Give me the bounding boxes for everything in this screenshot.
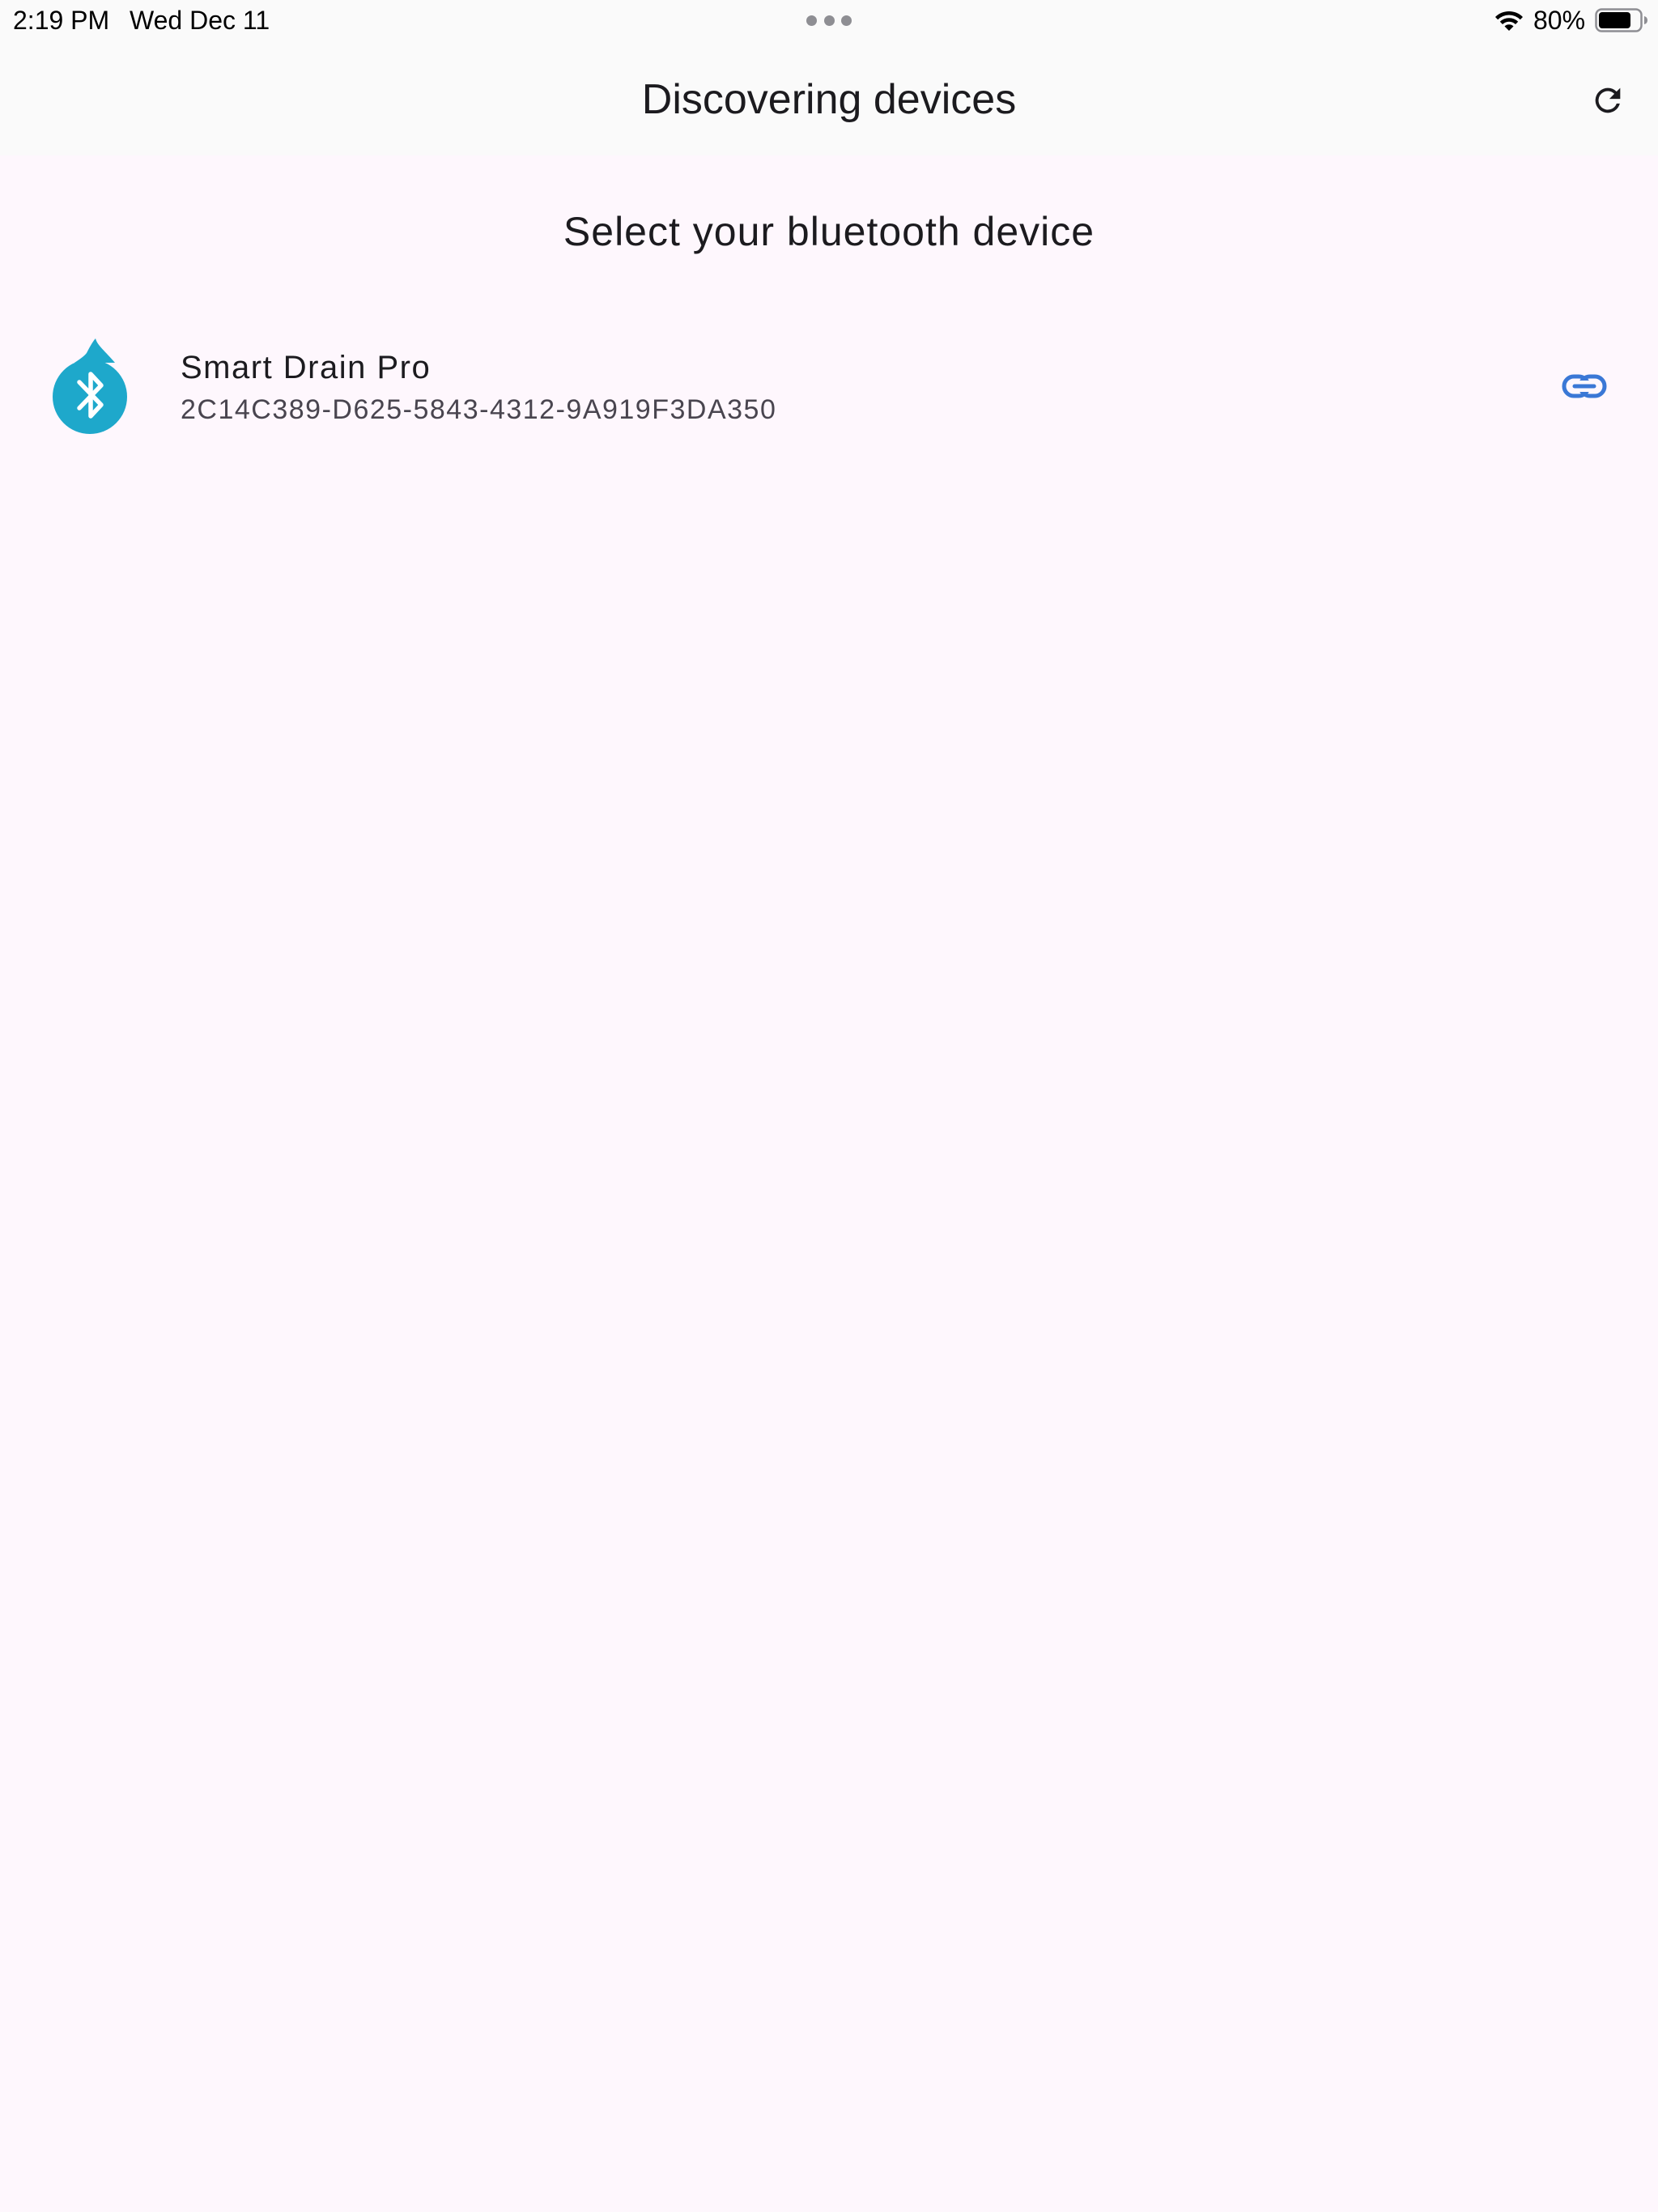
device-name: Smart Drain Pro (181, 350, 432, 385)
page-title: Discovering devices (641, 76, 1017, 123)
bluetooth-drop-icon (53, 338, 127, 434)
device-id: 2C14C389-D625-5843-4312-9A919F3DA350 (181, 394, 777, 425)
app-bar: Discovering devices (0, 40, 1658, 155)
refresh-icon (1595, 87, 1621, 113)
wifi-icon (1495, 11, 1523, 31)
status-date: Wed Dec 11 (130, 6, 270, 35)
battery-icon (1595, 8, 1647, 32)
status-time: 2:19 PM (13, 6, 110, 35)
multitask-dots-icon[interactable] (806, 15, 852, 27)
status-bar: 2:19 PM Wed Dec 11 80% (0, 0, 1658, 40)
refresh-button[interactable] (1584, 76, 1632, 125)
section-heading: Select your bluetooth device (563, 209, 1095, 254)
connect-link-button[interactable] (1556, 366, 1613, 406)
link-icon (1562, 374, 1607, 398)
device-list-item[interactable]: Smart Drain Pro 2C14C389-D625-5843-4312-… (0, 324, 1658, 445)
battery-percent: 80% (1533, 6, 1586, 35)
